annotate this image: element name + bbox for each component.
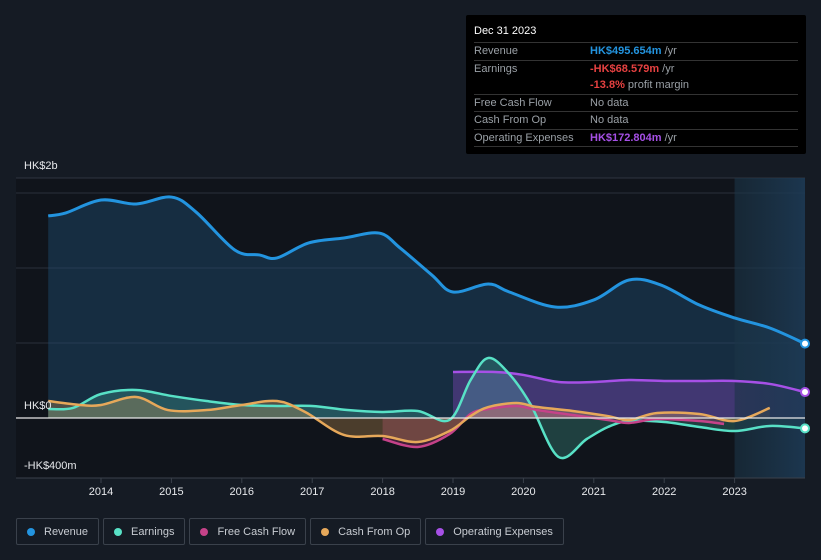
x-tick-label: 2019 xyxy=(441,486,465,498)
y-label-top: HK$2b xyxy=(24,160,58,172)
x-tick-label: 2014 xyxy=(89,486,113,498)
legend-dot-icon xyxy=(200,527,209,536)
tooltip-row: Free Cash Flow No data xyxy=(474,95,798,112)
tooltip-value: HK$172.804m /yr xyxy=(590,131,677,144)
legend-label: Revenue xyxy=(44,525,89,538)
tooltip-value: -13.8% profit margin xyxy=(590,79,690,91)
tooltip-label xyxy=(474,77,590,94)
revenue-end-marker xyxy=(800,338,810,349)
legend-label: Cash From Op xyxy=(338,525,411,538)
tooltip-row: Earnings -HK$68.579m /yr xyxy=(474,61,798,78)
tooltip-label: Earnings xyxy=(474,62,518,75)
tooltip-row: Cash From Op No data xyxy=(474,112,798,130)
legend-dot-icon xyxy=(114,527,123,536)
legend-item-earnings[interactable]: Earnings xyxy=(103,518,186,545)
legend-label: Earnings xyxy=(131,525,175,538)
tooltip: Dec 31 2023 Revenue HK$495.654m /yr Earnin… xyxy=(466,15,806,154)
x-tick-label: 2023 xyxy=(722,486,746,498)
legend-dot-icon xyxy=(321,527,330,536)
x-tick-label: 2016 xyxy=(230,486,254,498)
legend-label: Free Cash Flow xyxy=(217,525,296,538)
tooltip-label: Free Cash Flow xyxy=(474,96,552,109)
legend-dot-icon xyxy=(27,527,35,536)
x-tick-label: 2021 xyxy=(582,486,606,498)
y-label-zero: HK$0 xyxy=(24,400,52,412)
tooltip-row: Revenue HK$495.654m /yr xyxy=(474,43,798,61)
x-tick-label: 2022 xyxy=(652,486,676,498)
legend-dot-icon xyxy=(436,527,445,536)
legend-item-operating-expenses[interactable]: Operating Expenses xyxy=(425,518,564,545)
tooltip-value: -HK$68.579m /yr xyxy=(590,62,675,75)
y-label-bottom: -HK$400m xyxy=(24,460,77,472)
earnings-end-marker xyxy=(800,423,810,434)
x-tick-label: 2017 xyxy=(300,486,324,498)
tooltip-value: HK$495.654m /yr xyxy=(590,45,677,57)
x-tick-label: 2020 xyxy=(511,486,535,498)
tooltip-date: Dec 31 2023 xyxy=(474,21,798,43)
tooltip-label: Operating Expenses xyxy=(474,131,574,144)
x-axis: 2014 2015 2016 2017 2018 2019 2020 2021 2022 2023 xyxy=(16,477,805,498)
tooltip-label: Revenue xyxy=(474,45,519,57)
tooltip-row: Operating Expenses HK$172.804m /yr xyxy=(474,130,798,147)
legend-label: Operating Expenses xyxy=(453,525,553,538)
x-tick-label: 2018 xyxy=(370,486,394,498)
x-tick-label: 2015 xyxy=(159,486,183,498)
tooltip-value: No data xyxy=(590,96,629,109)
tooltip-value: No data xyxy=(590,114,629,126)
legend: Revenue Earnings Free Cash Flow Cash From O… xyxy=(16,518,564,545)
tooltip-row: -13.8% profit margin xyxy=(474,77,798,95)
legend-item-cash-from-op[interactable]: Cash From Op xyxy=(310,518,422,545)
operating-expenses-end-marker xyxy=(800,387,810,398)
legend-item-free-cash-flow[interactable]: Free Cash Flow xyxy=(189,518,307,545)
legend-item-revenue[interactable]: Revenue xyxy=(16,518,100,545)
tooltip-label: Cash From Op xyxy=(474,114,547,126)
